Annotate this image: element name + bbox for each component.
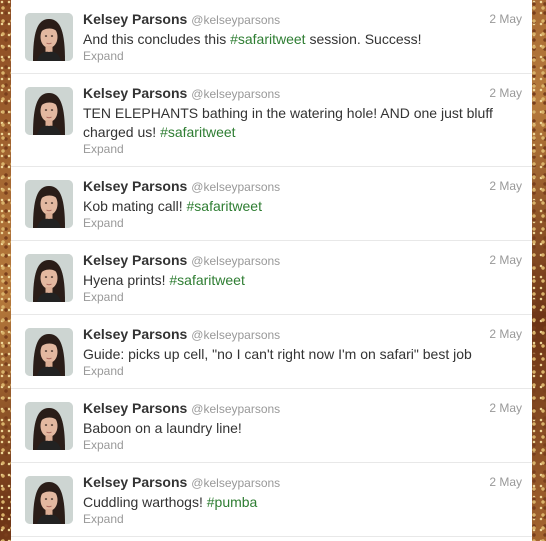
hashtag-link[interactable]: #safaritweet [169,272,244,288]
tweet-text-body: TEN ELEPHANTS bathing in the watering ho… [83,105,493,140]
hashtag-link[interactable]: #safaritweet [187,198,262,214]
expand-link[interactable]: Expand [83,364,124,378]
tweet-header: Kelsey Parsons @kelseyparsons 2 May [83,11,522,29]
tweet-item[interactable]: Kelsey Parsons @kelseyparsons 2 May Guide… [11,315,532,389]
avatar[interactable] [25,180,73,228]
tweet-text: Baboon on a laundry line! [83,419,516,438]
tweet-item[interactable]: Kelsey Parsons @kelseyparsons 2 May Hyena… [11,241,532,315]
user-handle[interactable]: @kelseyparsons [191,180,280,194]
tweet-timestamp[interactable]: 2 May [489,253,522,267]
hashtag-link[interactable]: #safaritweet [230,31,305,47]
tweet-item[interactable]: Kelsey Parsons @kelseyparsons 2 May Baboo… [11,389,532,463]
hashtag-link[interactable]: #pumba [207,494,258,510]
user-handle[interactable]: @kelseyparsons [191,87,280,101]
tweet-header: Kelsey Parsons @kelseyparsons 2 May [83,326,522,344]
expand-link[interactable]: Expand [83,49,124,63]
tweet-header: Kelsey Parsons @kelseyparsons 2 May [83,178,522,196]
tweet-timestamp[interactable]: 2 May [489,401,522,415]
tweet-timestamp[interactable]: 2 May [489,86,522,100]
tweet-timestamp[interactable]: 2 May [489,327,522,341]
user-name[interactable]: Kelsey Parsons [83,178,187,194]
avatar[interactable] [25,476,73,524]
expand-link[interactable]: Expand [83,512,124,526]
tweet-text-body: Guide: picks up cell, "no I can't right … [83,346,472,362]
user-handle[interactable]: @kelseyparsons [191,254,280,268]
tweet-item[interactable]: Kelsey Parsons @kelseyparsons 2 May Cuddl… [11,463,532,537]
avatar[interactable] [25,87,73,135]
user-handle[interactable]: @kelseyparsons [191,328,280,342]
tweet-item[interactable]: Kelsey Parsons @kelseyparsons 2 May And t… [11,0,532,74]
tweet-timestamp[interactable]: 2 May [489,12,522,26]
user-handle[interactable]: @kelseyparsons [191,402,280,416]
tweet-timestamp[interactable]: 2 May [489,179,522,193]
avatar[interactable] [25,13,73,61]
tweet-text-body: And this concludes this [83,31,231,47]
tweet-text: And this concludes this #safaritweet ses… [83,30,516,49]
expand-link[interactable]: Expand [83,290,124,304]
tweet-text: TEN ELEPHANTS bathing in the watering ho… [83,104,516,142]
avatar[interactable] [25,328,73,376]
user-name[interactable]: Kelsey Parsons [83,326,187,342]
expand-link[interactable]: Expand [83,438,124,452]
tweet-timestamp[interactable]: 2 May [489,475,522,489]
tweet-text-tail: session. Success! [305,31,422,47]
avatar[interactable] [25,402,73,450]
expand-link[interactable]: Expand [83,216,124,230]
user-name[interactable]: Kelsey Parsons [83,474,187,490]
user-name[interactable]: Kelsey Parsons [83,252,187,268]
tweet-item[interactable]: Kelsey Parsons @kelseyparsons 2 May TEN E… [11,74,532,167]
tweet-header: Kelsey Parsons @kelseyparsons 2 May [83,252,522,270]
user-name[interactable]: Kelsey Parsons [83,11,187,27]
tweet-header: Kelsey Parsons @kelseyparsons 2 May [83,85,522,103]
hashtag-link[interactable]: #safaritweet [160,124,235,140]
tweet-item[interactable]: Kelsey Parsons @kelseyparsons 2 May Kob m… [11,167,532,241]
tweet-text: Cuddling warthogs! #pumba [83,493,516,512]
user-handle[interactable]: @kelseyparsons [191,13,280,27]
expand-link[interactable]: Expand [83,142,124,156]
tweet-text-body: Kob mating call! [83,198,187,214]
tweet-header: Kelsey Parsons @kelseyparsons 2 May [83,474,522,492]
tweet-text-body: Cuddling warthogs! [83,494,207,510]
avatar[interactable] [25,254,73,302]
user-name[interactable]: Kelsey Parsons [83,400,187,416]
user-handle[interactable]: @kelseyparsons [191,476,280,490]
user-name[interactable]: Kelsey Parsons [83,85,187,101]
tweet-text-body: Baboon on a laundry line! [83,420,242,436]
tweet-text: Hyena prints! #safaritweet [83,271,516,290]
tweet-text-body: Hyena prints! [83,272,170,288]
tweet-text: Kob mating call! #safaritweet [83,197,516,216]
tweet-text: Guide: picks up cell, "no I can't right … [83,345,516,364]
tweet-header: Kelsey Parsons @kelseyparsons 2 May [83,400,522,418]
tweet-stream: Kelsey Parsons @kelseyparsons 2 May And t… [11,0,532,541]
